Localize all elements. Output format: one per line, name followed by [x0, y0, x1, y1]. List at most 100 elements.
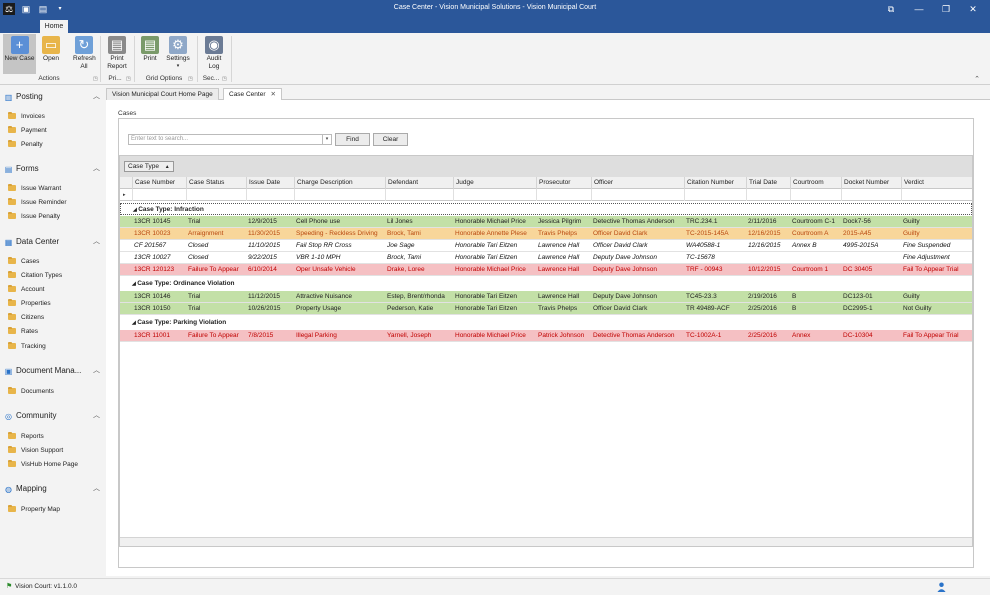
horizontal-scrollbar[interactable] [120, 537, 972, 546]
sidebar-item-citizens[interactable]: Citizens [8, 312, 44, 323]
column-header-charge-description[interactable]: Charge Description [294, 177, 385, 189]
find-button[interactable]: Find [335, 133, 370, 146]
column-header-trial-date[interactable]: Trial Date [746, 177, 790, 189]
filter-cell-case-status[interactable] [186, 189, 246, 201]
actions-launcher-icon[interactable]: ◳ [93, 76, 98, 82]
column-header-courtroom[interactable]: Courtroom [790, 177, 841, 189]
cell-docket-number: 2015-A45 [843, 230, 872, 237]
sidebar-item-property-map[interactable]: Property Map [8, 504, 60, 515]
group-by-case-type-chip[interactable]: Case Type ▲ [124, 161, 174, 172]
sidebar-section-mapping[interactable]: ◍ Mapping ︿ [4, 482, 100, 496]
sidebar-item-cases[interactable]: Cases [8, 256, 39, 267]
sidebar-item-penalty[interactable]: Penalty [8, 139, 43, 150]
sidebar-item-tracking[interactable]: Tracking [8, 341, 46, 352]
ribbon-display-icon[interactable]: ⧉ [884, 2, 898, 16]
close-tab-icon[interactable]: ✕ [271, 91, 276, 98]
search-input[interactable]: Enter text to search... [128, 134, 323, 145]
filter-cell-judge[interactable] [453, 189, 536, 201]
sidebar-item-properties[interactable]: Properties [8, 298, 51, 309]
clear-button[interactable]: Clear [373, 133, 408, 146]
chevron-up-icon[interactable]: ︿ [93, 162, 100, 176]
sidebar-section-document-management[interactable]: ▣ Document Mana... ︿ [4, 364, 100, 378]
column-header-case-number[interactable]: Case Number [132, 177, 186, 189]
table-row[interactable]: 13CR 10145 Trial 12/9/2015 Cell Phone use Li… [120, 216, 972, 228]
filter-cell-docket-number[interactable] [841, 189, 901, 201]
column-header-issue-date[interactable]: Issue Date [246, 177, 294, 189]
column-header-officer[interactable]: Officer [591, 177, 684, 189]
column-header-citation-number[interactable]: Citation Number [684, 177, 746, 189]
sidebar-item-issue-reminder[interactable]: Issue Reminder [8, 197, 67, 208]
chevron-up-icon[interactable]: ︿ [93, 235, 100, 249]
table-row[interactable]: 13CR 10150 Trial 10/26/2015 Property Usage P… [120, 303, 972, 315]
column-header-case-status[interactable]: Case Status [186, 177, 246, 189]
group-row[interactable]: ◢ Case Type: Infraction [120, 203, 972, 215]
table-row[interactable]: 13CR 120123 Failure To Appear 6/10/2014 Ope… [120, 264, 972, 276]
minimize-button[interactable]: — [912, 2, 926, 16]
refresh-all-button[interactable]: ↻ Refresh All [70, 34, 98, 74]
sidebar-section-forms[interactable]: ▤ Forms ︿ [4, 162, 100, 176]
sidebar-item-vishub-home-page[interactable]: VisHub Home Page [8, 459, 78, 470]
sidebar-item-reports[interactable]: Reports [8, 431, 44, 442]
sidebar-item-issue-penalty[interactable]: Issue Penalty [8, 211, 60, 222]
chevron-up-icon[interactable]: ︿ [93, 90, 100, 104]
sidebar-item-payment[interactable]: Payment [8, 125, 47, 136]
cell-verdict: Guilty [903, 218, 920, 225]
search-dropdown-icon[interactable]: ▾ [323, 134, 332, 145]
maximize-button[interactable]: ❐ [939, 2, 953, 16]
chevron-up-icon[interactable]: ︿ [93, 364, 100, 378]
column-header-defendant[interactable]: Defendant [385, 177, 453, 189]
column-header-verdict[interactable]: Verdict [901, 177, 972, 189]
column-header-prosecutor[interactable]: Prosecutor [536, 177, 591, 189]
sidebar-item-vision-support[interactable]: Vision Support [8, 445, 63, 456]
filter-cell-defendant[interactable] [385, 189, 453, 201]
filter-cell-citation-number[interactable] [684, 189, 746, 201]
table-row[interactable]: 13CR 10023 Arraignment 11/30/2015 Speeding … [120, 228, 972, 240]
cell-courtroom: Annex [792, 332, 811, 339]
chevron-up-icon[interactable]: ︿ [93, 482, 100, 496]
table-row[interactable]: CF 201567 Closed 11/10/2015 Fail Stop RR Cr… [120, 240, 972, 252]
tab-home[interactable]: Home [40, 20, 68, 33]
filter-cell-verdict[interactable] [901, 189, 972, 201]
print-report-button[interactable]: ▤ Print Report [103, 34, 131, 74]
sidebar-item-documents[interactable]: Documents [8, 386, 54, 397]
tab-case-center[interactable]: Case Center ✕ [223, 88, 282, 100]
sidebar-item-citation-types[interactable]: Citation Types [8, 270, 62, 281]
sidebar-section-data-center[interactable]: ▦ Data Center ︿ [4, 235, 100, 249]
filter-cell-courtroom[interactable] [790, 189, 841, 201]
ribbon-separator [197, 36, 198, 82]
filter-cell-charge-description[interactable] [294, 189, 385, 201]
group-row[interactable]: ◢ Case Type: Ordinance Violation [120, 278, 972, 290]
sidebar-item-issue-warrant[interactable]: Issue Warrant [8, 183, 61, 194]
tab-home-page[interactable]: Vision Municipal Court Home Page [106, 88, 219, 100]
filter-cell-trial-date[interactable] [746, 189, 790, 201]
settings-button[interactable]: ⚙ Settings ▾ [164, 34, 192, 74]
print-button[interactable]: ▤ Print [138, 34, 162, 74]
group-row[interactable]: ◢ Case Type: Parking Violation [120, 317, 972, 329]
sidebar-section-posting[interactable]: ▥ Posting ︿ [4, 90, 100, 104]
close-button[interactable]: ✕ [966, 2, 980, 16]
new-case-button[interactable]: + New Case [3, 34, 36, 74]
security-launcher-icon[interactable]: ◳ [222, 76, 227, 82]
open-button[interactable]: ▭ Open [38, 34, 64, 74]
chevron-up-icon[interactable]: ︿ [93, 409, 100, 423]
print-launcher-icon[interactable]: ◳ [126, 76, 131, 82]
cell-docket-number: Dock7-56 [843, 218, 871, 225]
column-header-judge[interactable]: Judge [453, 177, 536, 189]
sidebar-item-invoices[interactable]: Invoices [8, 111, 45, 122]
sidebar-item-rates[interactable]: Rates [8, 326, 38, 337]
filter-cell-issue-date[interactable] [246, 189, 294, 201]
filter-cell-officer[interactable] [591, 189, 684, 201]
collapse-ribbon-icon[interactable]: ⌃ [974, 75, 980, 83]
filter-cell-case-number[interactable] [132, 189, 186, 201]
user-icon[interactable] [937, 582, 946, 592]
table-row[interactable]: 13CR 11001 Failure To Appear 7/8/2015 Illeg… [120, 330, 972, 342]
sidebar-section-community[interactable]: ◎ Community ︿ [4, 409, 100, 423]
audit-log-button[interactable]: ◉ Audit Log [201, 34, 227, 74]
sidebar-item-account[interactable]: Account [8, 284, 45, 295]
table-row[interactable]: 13CR 10027 Closed 9/22/2015 VBR 1-10 MPH Bro… [120, 252, 972, 264]
ribbon-separator [231, 36, 232, 82]
filter-cell-prosecutor[interactable] [536, 189, 591, 201]
table-row[interactable]: 13CR 10146 Trial 11/12/2015 Attractive Nuis… [120, 291, 972, 303]
column-header-docket-number[interactable]: Docket Number [841, 177, 901, 189]
grid-options-launcher-icon[interactable]: ◳ [188, 76, 193, 82]
